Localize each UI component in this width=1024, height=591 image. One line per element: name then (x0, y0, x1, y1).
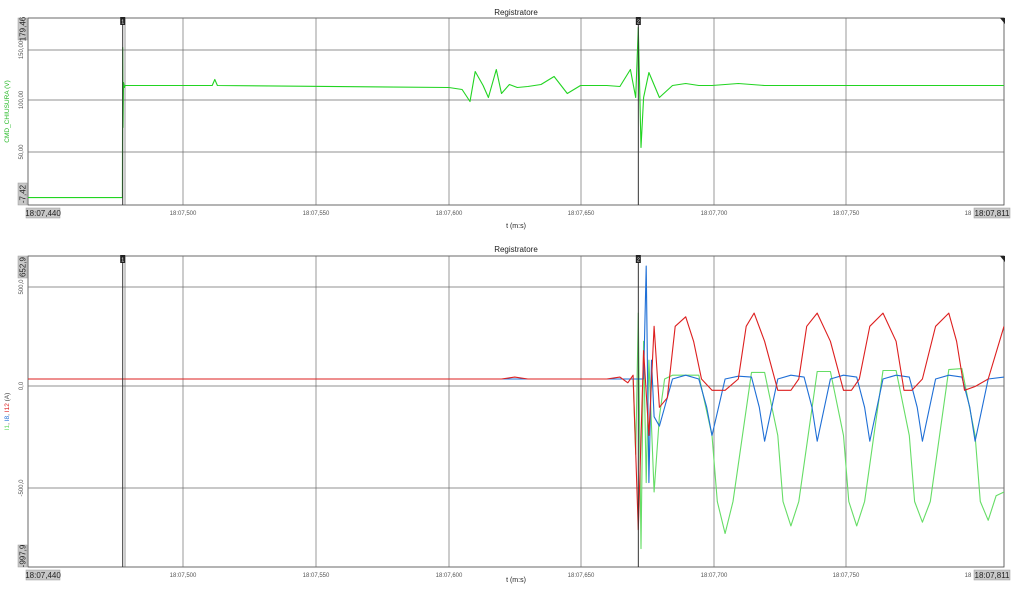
y-max-label: 652,9 (19, 256, 28, 277)
chart-panel-1: Registratore 150,00 100,00 50,00 179,46 -7,42… (4, 8, 1011, 230)
x-tick-label: 18:07,650 (568, 573, 595, 579)
x-start-label: 18:07,440 (25, 571, 61, 580)
recorder-view: Registratore 150,00 100,00 50,00 179,46 -7,42… (0, 0, 1024, 591)
recorder-charts: Registratore 150,00 100,00 50,00 179,46 -7,42… (4, 8, 1011, 584)
x-axis-label: t (m:s) (506, 577, 526, 584)
y-min-label: -7,42 (19, 184, 28, 203)
plot-frame (27, 17, 1005, 206)
x-tick-label: 18:07,550 (303, 573, 330, 579)
x-tick-label: 18:07,500 (170, 573, 197, 579)
y-axis-label-unit: (A) (4, 393, 11, 403)
y-max-label: 179,46 (19, 16, 28, 41)
cursor-label-1: 1 (121, 20, 124, 26)
plot-frame (27, 255, 1005, 568)
y-tick-label: 0,0 (19, 381, 25, 390)
y-axis-label: CMD_CHIUSURA (V) (4, 80, 11, 142)
chart-panel-2: Registratore 500,0 0,0 -500,0 652,9 -997,9 I1,… (4, 245, 1011, 584)
chart-title: Registratore (494, 245, 538, 254)
series-line-cmd-chiusura-v (28, 26, 1004, 199)
x-tick-label-end: 18 (965, 211, 972, 217)
cursor-label-1: 1 (121, 258, 124, 264)
series-line-i8 (28, 265, 1004, 484)
x-end-label: 18:07,811 (975, 571, 1011, 580)
x-start-label: 18:07,440 (25, 209, 61, 218)
series-line-i12 (28, 312, 1004, 531)
x-tick-label: 18:07,600 (436, 573, 463, 579)
series-group (28, 26, 1004, 199)
cursor-label-2: 2 (637, 258, 640, 264)
y-tick-label: 500,0 (19, 279, 25, 295)
x-tick-label: 18:07,700 (701, 211, 728, 217)
x-axis-label: t (m:s) (506, 223, 526, 230)
y-axis-label-part: I12 (4, 403, 11, 412)
y-tick-label: -500,0 (19, 479, 25, 497)
x-tick-label-end: 18 (965, 573, 972, 579)
y-axis-label: I1, I8, I12 (A) (4, 393, 11, 431)
y-min-label: -997,9 (19, 544, 28, 567)
x-tick-label: 18:07,750 (833, 211, 860, 217)
x-tick-label: 18:07,650 (568, 211, 595, 217)
x-end-label: 18:07,811 (975, 209, 1011, 218)
series-group (28, 265, 1004, 550)
series-line-i1 (28, 312, 1004, 550)
chart-title: Registratore (494, 8, 538, 17)
x-tick-label: 18:07,600 (436, 211, 463, 217)
x-tick-label: 18:07,700 (701, 573, 728, 579)
x-tick-label: 18:07,750 (833, 573, 860, 579)
y-tick-label: 150,00 (19, 40, 25, 59)
y-tick-label: 100,00 (19, 90, 25, 109)
cursor-label-2: 2 (637, 20, 640, 26)
x-tick-label: 18:07,500 (170, 211, 197, 217)
y-tick-label: 50,00 (19, 144, 25, 160)
x-tick-label: 18:07,550 (303, 211, 330, 217)
